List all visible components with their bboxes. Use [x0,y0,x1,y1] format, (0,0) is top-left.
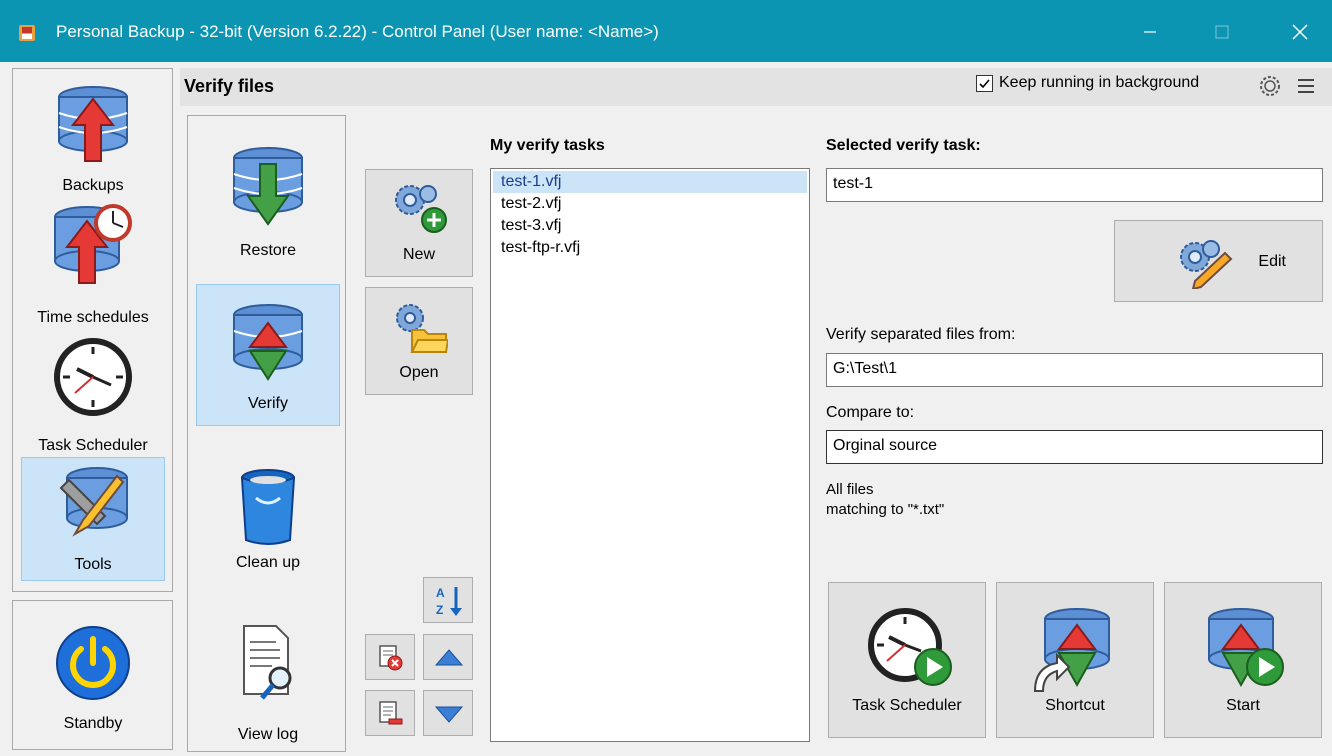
tools-icon [59,467,128,537]
checkbox-checked-icon [976,74,993,92]
list-item[interactable]: test-2.vfj [493,193,807,215]
arrow-down-icon [434,706,464,723]
new-label: New [402,246,435,263]
delete-document-icon [379,645,403,671]
minimize-button[interactable] [1128,10,1172,54]
restore-icon [233,147,303,226]
start-play-icon [1208,608,1284,688]
filter-info-line: All files [826,481,874,498]
nav-item-tools[interactable]: Tools [21,457,165,581]
compare-label: Compare to: [826,404,915,421]
task-list[interactable]: test-1.vfj test-2.vfj test-3.vfj test-ft… [490,168,810,742]
open-label: Open [399,364,439,381]
arrow-up-icon [434,649,464,666]
list-item[interactable]: test-1.vfj [493,171,807,193]
tools-panel: Restore Verify Clean up View log [187,115,346,752]
log-document-icon [243,625,292,700]
filter-info-line: matching to "*.txt" [826,501,945,518]
new-gear-icon [395,185,447,233]
nav-label-task-scheduler: Task Scheduler [38,437,148,454]
tool-label-restore: Restore [239,242,297,259]
move-up-button[interactable] [423,634,473,680]
open-folder-icon [396,304,448,353]
move-down-button[interactable] [423,690,473,736]
tool-label-view-log: View log [237,726,299,743]
sort-button[interactable]: A Z [423,577,473,623]
keep-running-checkbox[interactable]: Keep running in background [976,74,1199,92]
tool-restore[interactable]: Restore [196,126,340,268]
standby-button[interactable]: Standby [21,613,165,741]
open-task-button[interactable]: Open [365,287,473,395]
section-header: Verify files Keep running in background [180,68,1332,106]
nav-label-tools: Tools [74,556,112,573]
window-title: Personal Backup - 32-bit (Version 6.2.22… [56,22,659,41]
shortcut-label: Shortcut [1045,697,1105,714]
keep-running-label: Keep running in background [999,74,1200,91]
time-schedule-icon [54,204,132,284]
selected-task-title: Selected verify task: [826,137,981,154]
standby-panel: Standby [12,600,173,750]
app-icon [19,25,35,41]
edit-label: Edit [1258,253,1286,270]
title-bar: Personal Backup - 32-bit (Version 6.2.22… [0,0,1332,62]
close-icon [1292,24,1308,40]
verify-icon [233,304,303,381]
minimize-icon [1144,31,1156,33]
delete-task-button[interactable] [365,634,415,680]
task-scheduler-label: Task Scheduler [852,697,962,714]
nav-item-backups[interactable]: Backups [21,77,165,201]
edit-gear-pencil-icon [1180,240,1233,289]
new-task-button[interactable]: New [365,169,473,277]
clock-play-icon [868,608,952,686]
task-scheduler-button[interactable]: Task Scheduler [828,582,986,738]
shortcut-button[interactable]: Shortcut [996,582,1154,738]
source-path-field[interactable]: G:\Test\1 [826,353,1323,387]
main-nav-panel: Backups Time schedules Task Scheduler To… [12,68,173,592]
backup-database-icon [58,86,128,162]
hamburger-menu-icon [1298,79,1314,93]
nav-item-time-schedules[interactable]: Time schedules [21,201,165,326]
shortcut-icon [1033,608,1110,692]
remove-document-icon [379,701,403,725]
source-label: Verify separated files from: [826,326,1016,343]
filter-info: All files matching to "*.txt" [826,480,944,520]
clock-icon [54,338,132,416]
power-icon [56,626,130,700]
compare-to-field[interactable]: Orginal source [826,430,1323,464]
menu-button[interactable] [1292,72,1320,100]
svg-text:Z: Z [436,603,443,617]
edit-button[interactable]: Edit [1114,220,1323,302]
gear-icon [1260,76,1280,96]
task-list-title: My verify tasks [490,137,605,154]
list-item[interactable]: test-3.vfj [493,215,807,237]
svg-text:A: A [436,586,445,600]
trash-bin-icon [240,469,296,545]
task-name-field[interactable]: test-1 [826,168,1323,202]
remove-entry-button[interactable] [365,690,415,736]
settings-button[interactable] [1256,72,1284,100]
sort-az-icon: A Z [436,586,462,617]
nav-item-task-scheduler[interactable]: Task Scheduler [21,325,165,454]
maximize-icon [1215,25,1229,39]
tool-clean-up[interactable]: Clean up [196,452,340,594]
list-item[interactable]: test-ftp-r.vfj [493,237,807,259]
nav-label-backups: Backups [62,177,124,194]
start-label: Start [1226,697,1260,714]
tool-view-log[interactable]: View log [196,602,340,744]
tool-verify[interactable]: Verify [196,284,340,426]
start-button[interactable]: Start [1164,582,1322,738]
tool-label-clean-up: Clean up [235,554,301,571]
maximize-button[interactable] [1200,10,1244,54]
page-title: Verify files [184,76,275,96]
tool-label-verify: Verify [247,395,288,412]
close-button[interactable] [1278,10,1322,54]
standby-label: Standby [63,715,123,732]
